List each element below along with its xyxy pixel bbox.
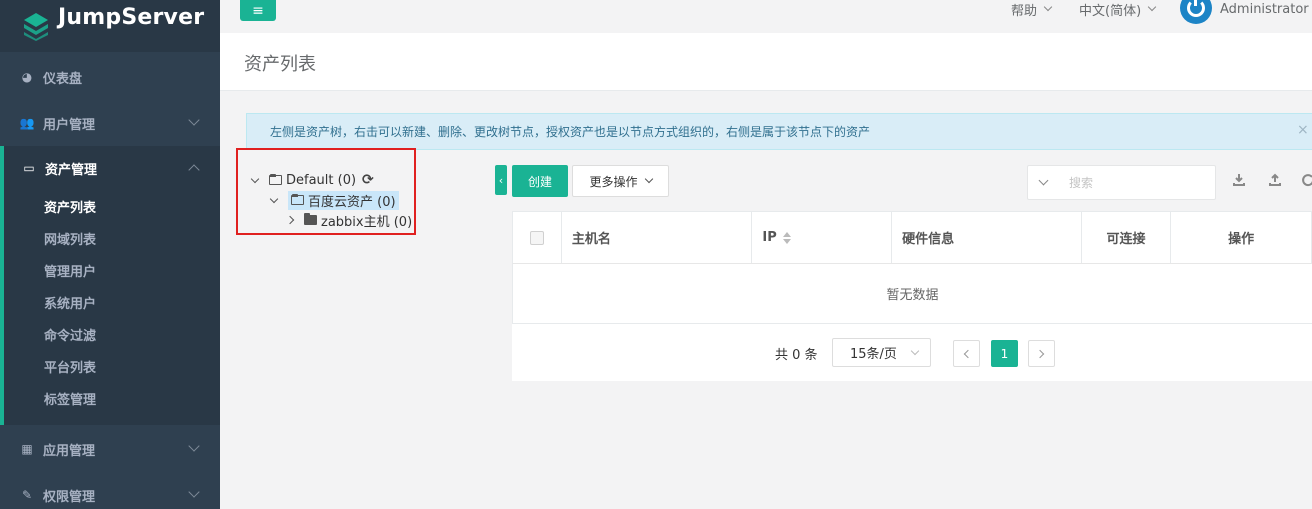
page-title: 资产列表 bbox=[244, 54, 316, 75]
brand[interactable]: JumpServer bbox=[0, 0, 220, 52]
sidebar-section-assets: ▭ 资产管理 资产列表 网域列表 管理用户 系统用户 命令过滤 平台列表 标签管… bbox=[0, 146, 220, 425]
prev-page-button[interactable] bbox=[953, 340, 980, 367]
column-ip[interactable]: IP bbox=[752, 212, 893, 263]
column-actions: 操作 bbox=[1228, 232, 1255, 247]
collapse-tree-button[interactable]: ‹ bbox=[495, 165, 507, 195]
power-icon bbox=[1187, 0, 1205, 17]
chevron-left-icon bbox=[963, 349, 973, 358]
create-button[interactable]: 创建 bbox=[512, 165, 568, 197]
chevron-down-icon bbox=[188, 486, 200, 498]
folder-open-icon bbox=[291, 194, 304, 205]
grid-icon: ▦ bbox=[21, 442, 33, 456]
pagination: 共 0 条 15条/页 1 bbox=[512, 324, 1312, 381]
chevron-left-icon: ‹ bbox=[498, 173, 504, 187]
help-label: 帮助 bbox=[1011, 3, 1038, 19]
column-hardware[interactable]: 硬件信息 bbox=[892, 212, 1082, 263]
sidebar-item-dashboard[interactable]: ◕ 仪表盘 bbox=[0, 55, 220, 99]
search-box bbox=[1027, 165, 1216, 200]
chevron-down-icon bbox=[644, 174, 653, 184]
sidebar-item-label: 用户管理 bbox=[43, 117, 96, 133]
help-menu[interactable]: 帮助 bbox=[1011, 0, 1053, 19]
sidebar-item-assets[interactable]: ▭ 资产管理 bbox=[4, 146, 220, 190]
chevron-up-icon bbox=[188, 164, 200, 176]
hamburger-icon: ≡ bbox=[252, 2, 264, 19]
language-label: 中文(简体) bbox=[1079, 3, 1142, 19]
column-connectivity[interactable]: 可连接 bbox=[1082, 212, 1172, 263]
sidebar-subitem-domain-list[interactable]: 网域列表 bbox=[4, 222, 220, 254]
inbox-icon: ▭ bbox=[23, 161, 35, 175]
chevron-down-icon bbox=[188, 114, 200, 126]
username: Administrator bbox=[1220, 1, 1309, 17]
sidebar-item-label: 仪表盘 bbox=[43, 71, 83, 87]
chevron-down-icon[interactable] bbox=[250, 174, 260, 183]
user-menu[interactable]: Administrator bbox=[1220, 0, 1312, 18]
brand-name: JumpServer bbox=[58, 4, 205, 30]
sidebar-subitem-command-filter[interactable]: 命令过滤 bbox=[4, 318, 220, 350]
select-all-checkbox[interactable] bbox=[529, 230, 544, 245]
tree-node-label: 百度云资产 (0) bbox=[308, 194, 396, 210]
sidebar: JumpServer ◕ 仪表盘 👥 用户管理 ▭ 资产管理 资产列表 网域列表… bbox=[0, 0, 220, 509]
search-input[interactable] bbox=[1069, 175, 1199, 190]
tree-node-label: Default (0) bbox=[286, 172, 357, 188]
sidebar-item-label: 权限管理 bbox=[43, 489, 96, 505]
sidebar-item-label: 应用管理 bbox=[43, 443, 96, 459]
empty-state: 暂无数据 bbox=[512, 264, 1312, 324]
info-alert: 左侧是资产树，右击可以新建、删除、更改树节点，授权资产也是以节点方式组织的，右侧… bbox=[246, 113, 1312, 150]
sidebar-item-applications[interactable]: ▦ 应用管理 bbox=[0, 427, 220, 471]
page-number-button[interactable]: 1 bbox=[991, 340, 1018, 367]
language-menu[interactable]: 中文(简体) bbox=[1079, 0, 1157, 19]
folder-icon bbox=[304, 213, 317, 225]
chevron-down-icon bbox=[1043, 2, 1053, 12]
chevron-down-icon bbox=[188, 440, 200, 452]
asset-table: 主机名 IP 硬件信息 可连接 操作 暂无数据 共 0 条 15条/页 1 bbox=[512, 211, 1312, 381]
more-actions-label: 更多操作 bbox=[589, 174, 638, 189]
chevron-right-icon[interactable] bbox=[285, 215, 295, 225]
next-page-button[interactable] bbox=[1028, 340, 1055, 367]
sidebar-subitem-asset-list[interactable]: 资产列表 bbox=[4, 190, 220, 222]
edit-icon: ✎ bbox=[21, 488, 33, 502]
jumpserver-logo-icon bbox=[24, 13, 48, 41]
column-label: IP bbox=[762, 230, 777, 245]
refresh-icon[interactable]: ⟳ bbox=[362, 172, 374, 188]
alert-text: 左侧是资产树，右击可以新建、删除、更改树节点，授权资产也是以节点方式组织的，右侧… bbox=[270, 125, 871, 139]
sidebar-item-permissions[interactable]: ✎ 权限管理 bbox=[0, 473, 220, 509]
dashboard-icon: ◕ bbox=[21, 70, 33, 84]
top-navbar: ≡ 帮助 中文(简体) Administrator bbox=[220, 0, 1312, 33]
menu-toggle-button[interactable]: ≡ bbox=[240, 0, 276, 21]
sidebar-subitem-system-user[interactable]: 系统用户 bbox=[4, 286, 220, 318]
tree-node-selected[interactable]: 百度云资产 (0) bbox=[288, 190, 399, 210]
chevron-down-icon[interactable] bbox=[1038, 175, 1049, 186]
pagination-total: 共 0 条 bbox=[775, 348, 818, 363]
header-select-all bbox=[513, 212, 562, 263]
chevron-right-icon bbox=[1035, 349, 1045, 358]
sidebar-item-users[interactable]: 👥 用户管理 bbox=[0, 101, 220, 145]
sidebar-subitem-admin-user[interactable]: 管理用户 bbox=[4, 254, 220, 286]
sort-icon[interactable] bbox=[782, 231, 791, 244]
tree-node-baiduyun[interactable]: 百度云资产 (0) bbox=[269, 190, 399, 210]
folder-open-icon bbox=[269, 174, 282, 185]
chevron-down-icon bbox=[910, 346, 920, 356]
chevron-down-icon[interactable] bbox=[269, 194, 279, 203]
sidebar-subitem-platform-list[interactable]: 平台列表 bbox=[4, 350, 220, 382]
page-heading: 资产列表 bbox=[220, 33, 1312, 91]
sidebar-item-label: 资产管理 bbox=[45, 162, 98, 178]
page-size-select[interactable]: 15条/页 bbox=[832, 338, 931, 367]
table-header: 主机名 IP 硬件信息 可连接 操作 bbox=[512, 211, 1312, 264]
refresh-icon[interactable] bbox=[1300, 172, 1312, 188]
tree-node-default[interactable]: Default (0) ⟳ bbox=[250, 171, 374, 189]
users-icon: 👥 bbox=[19, 116, 35, 130]
upload-icon[interactable] bbox=[1267, 172, 1283, 188]
close-icon[interactable]: × bbox=[1297, 122, 1309, 138]
more-actions-button[interactable]: 更多操作 bbox=[572, 165, 669, 197]
user-avatar-icon[interactable] bbox=[1180, 0, 1212, 24]
tree-node-zabbix[interactable]: zabbix主机 (0) bbox=[285, 211, 413, 230]
sidebar-subitem-label-manage[interactable]: 标签管理 bbox=[4, 382, 220, 414]
column-hostname[interactable]: 主机名 bbox=[562, 212, 753, 263]
tree-node-label: zabbix主机 (0) bbox=[321, 214, 413, 230]
page-size-value: 15条/页 bbox=[850, 347, 897, 362]
chevron-down-icon bbox=[1147, 2, 1157, 12]
download-icon[interactable] bbox=[1231, 172, 1247, 188]
